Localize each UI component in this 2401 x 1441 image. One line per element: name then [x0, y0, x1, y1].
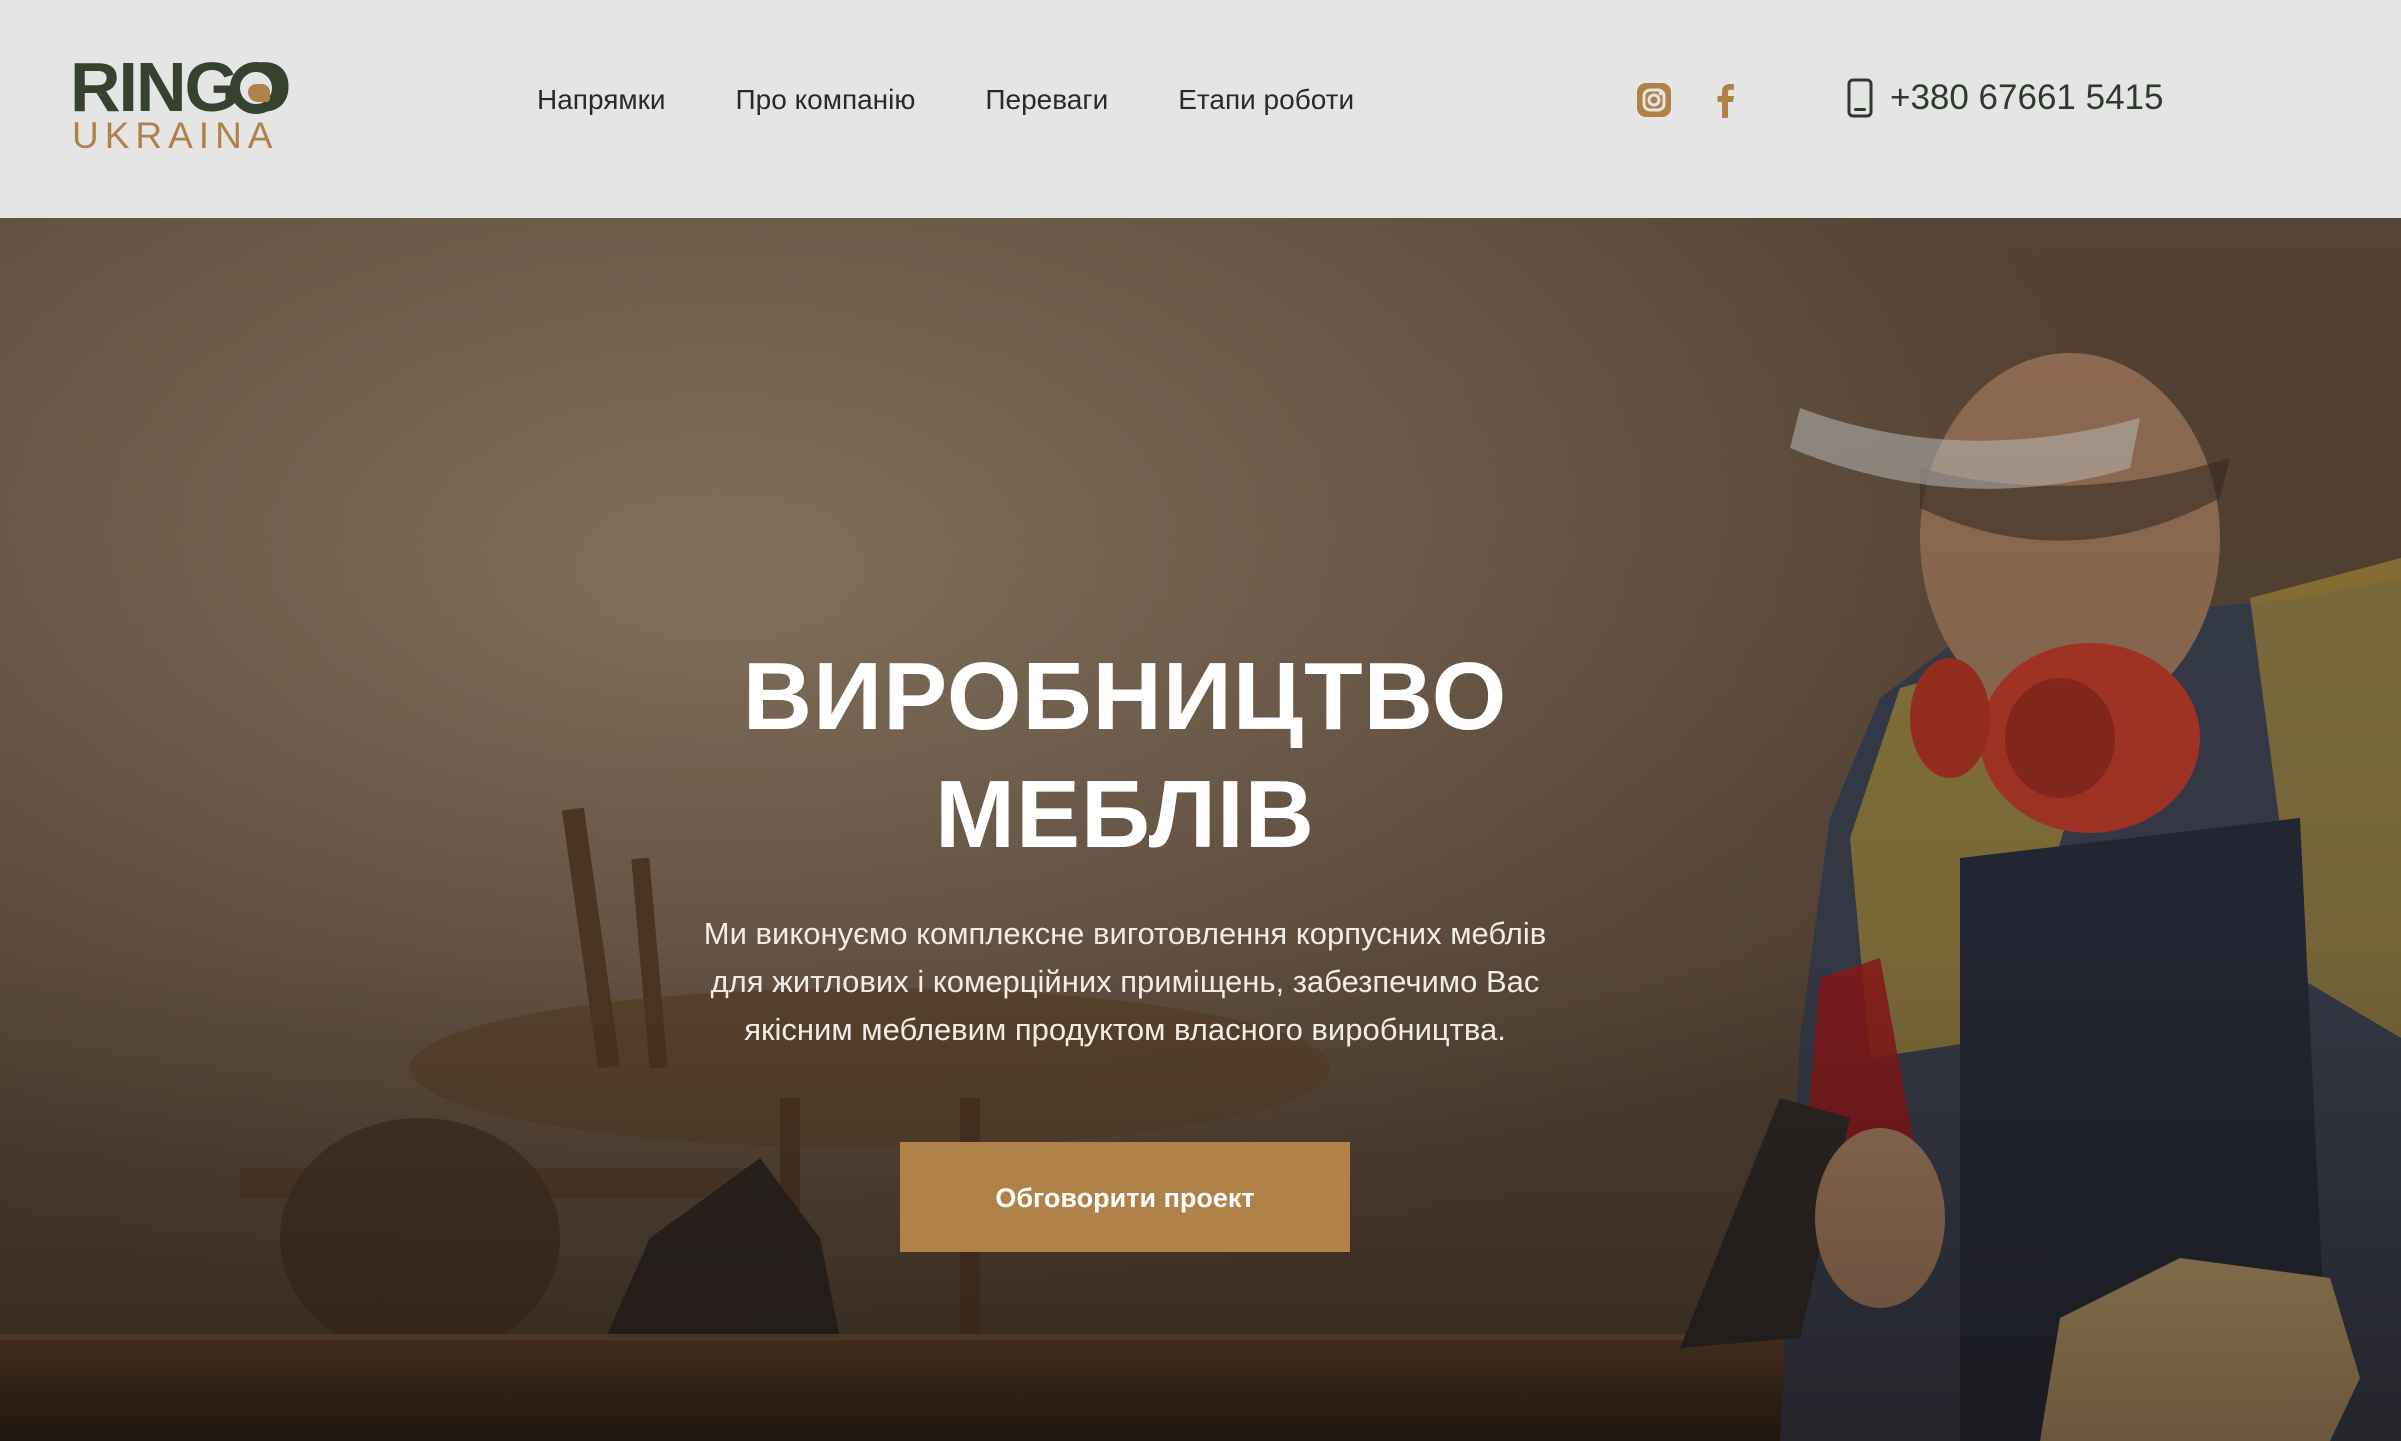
hero-title: ВИРОБНИЦТВО МЕБЛІВ	[660, 638, 1590, 874]
nav-item-work-stages[interactable]: Етапи роботи	[1178, 80, 1354, 120]
main-nav: Напрямки Про компанію Переваги Етапи роб…	[537, 80, 1354, 120]
discuss-project-button[interactable]: Обговорити проект	[900, 1142, 1350, 1252]
phone-contact[interactable]: +380 67661 5415	[1846, 78, 2163, 118]
hero-content: ВИРОБНИЦТВО МЕБЛІВ Ми виконуємо комплекс…	[660, 638, 1590, 1252]
phone-number[interactable]: +380 67661 5415	[1890, 78, 2163, 118]
nav-item-about[interactable]: Про компанію	[736, 80, 916, 120]
mobile-phone-icon	[1847, 78, 1873, 118]
facebook-icon[interactable]	[1708, 82, 1744, 118]
ringo-ukraina-logo[interactable]: RINGO UKRAINA	[70, 52, 291, 156]
logo-badge-icon	[230, 62, 282, 114]
hero-title-line-1: ВИРОБНИЦТВО	[742, 643, 1508, 750]
hero-description: Ми виконуємо комплексне виготовлення кор…	[703, 916, 1547, 1047]
hero-title-line-2: МЕБЛІВ	[935, 761, 1315, 868]
site-header: RINGO UKRAINA Напрямки Про компанію Пере…	[0, 0, 2401, 218]
hero-section: ВИРОБНИЦТВО МЕБЛІВ Ми виконуємо комплекс…	[0, 218, 2401, 1441]
logo-subtitle: UKRAINA	[72, 115, 279, 156]
instagram-icon[interactable]	[1636, 82, 1672, 118]
nav-item-advantages[interactable]: Переваги	[985, 80, 1108, 120]
nav-item-directions[interactable]: Напрямки	[537, 80, 666, 120]
